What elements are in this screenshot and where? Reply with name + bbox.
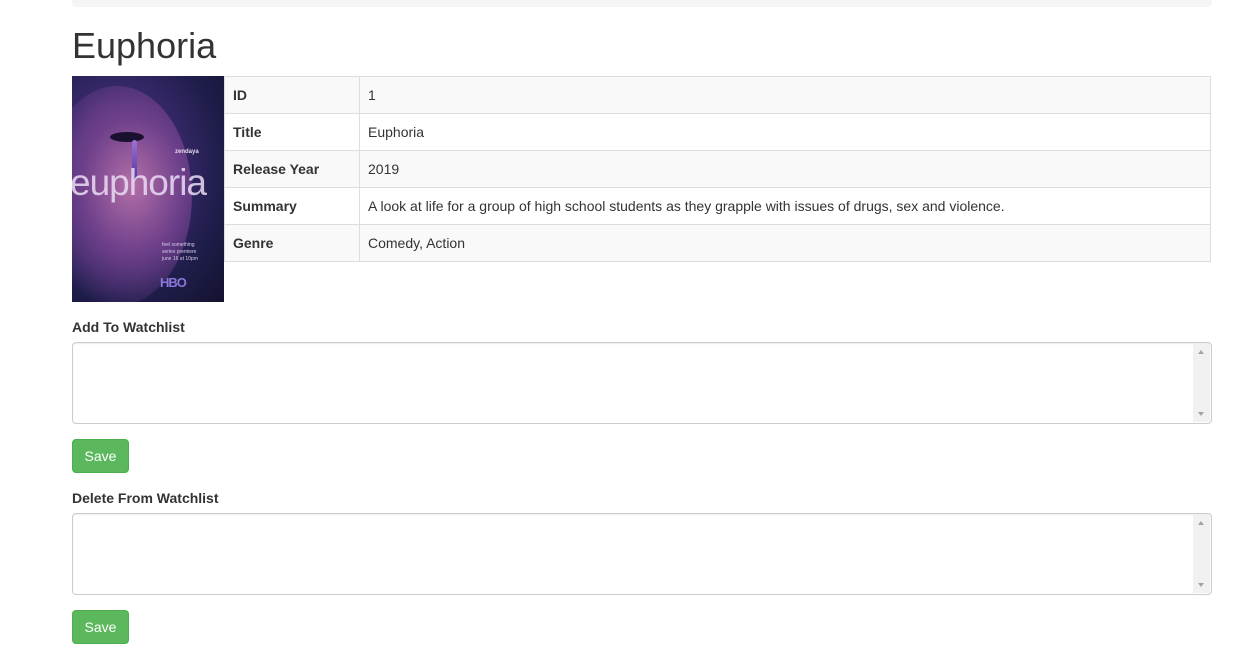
row-value: A look at life for a group of high schoo… xyxy=(359,187,1211,225)
table-row: Genre Comedy, Action xyxy=(224,224,1211,262)
delete-watchlist-textarea[interactable] xyxy=(72,513,1212,595)
row-label: Genre xyxy=(224,224,360,262)
poster-image: zendaya euphoria feel something series p… xyxy=(72,76,224,302)
add-watchlist-label: Add To Watchlist xyxy=(72,319,185,335)
row-value: Comedy, Action xyxy=(359,224,1211,262)
table-row: Summary A look at life for a group of hi… xyxy=(224,187,1211,225)
scrollbar[interactable] xyxy=(1193,515,1210,593)
row-label: Release Year xyxy=(224,150,360,188)
page-title: Euphoria xyxy=(72,25,217,66)
add-watchlist-save-button[interactable]: Save xyxy=(72,439,129,473)
top-navbar-strip xyxy=(72,0,1212,7)
scroll-up-icon[interactable] xyxy=(1198,350,1204,354)
poster-wordmark: euphoria xyxy=(72,162,207,203)
row-value: 1 xyxy=(359,76,1211,114)
poster-tagline: feel something series premiere june 16 a… xyxy=(162,242,198,263)
table-row: ID 1 xyxy=(224,76,1211,114)
row-value: Euphoria xyxy=(359,113,1211,151)
poster-tagline-line: series premiere xyxy=(162,249,197,255)
row-label: ID xyxy=(224,76,360,114)
scrollbar[interactable] xyxy=(1193,344,1210,422)
row-label: Summary xyxy=(224,187,360,225)
delete-watchlist-save-button[interactable]: Save xyxy=(72,610,129,644)
table-row: Title Euphoria xyxy=(224,113,1211,151)
scroll-up-icon[interactable] xyxy=(1198,521,1204,525)
poster-network-logo: HBO xyxy=(160,275,187,290)
scroll-down-icon[interactable] xyxy=(1198,412,1204,416)
poster-tagline-line: feel something xyxy=(162,242,195,248)
table-row: Release Year 2019 xyxy=(224,150,1211,188)
row-label: Title xyxy=(224,113,360,151)
poster-tagline-line: june 16 at 10pm xyxy=(162,256,198,262)
details-table: ID 1 Title Euphoria Release Year 2019 Su… xyxy=(224,76,1211,262)
poster-eye xyxy=(110,132,144,142)
row-value: 2019 xyxy=(359,150,1211,188)
delete-watchlist-label: Delete From Watchlist xyxy=(72,490,219,506)
poster-credit: zendaya xyxy=(175,149,199,155)
add-watchlist-textarea[interactable] xyxy=(72,342,1212,424)
scroll-down-icon[interactable] xyxy=(1198,583,1204,587)
